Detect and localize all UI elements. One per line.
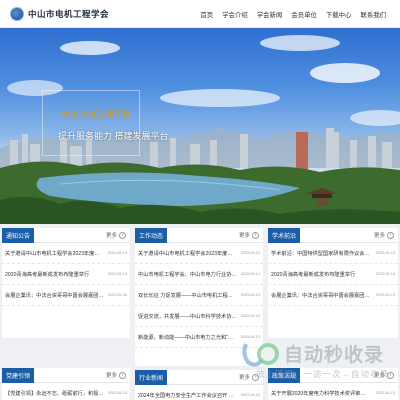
chevron-right-icon: › bbox=[387, 232, 394, 240]
notice-panel: 通知公告 更多 › 关于邀请中山市电机工程学会2023年度会費… 2023-08-1… bbox=[2, 228, 130, 338]
news-date: 2023-05-13 bbox=[375, 293, 395, 297]
logo-emblem-icon bbox=[10, 7, 24, 21]
news-title: 关于邀请中山市电机工程学会2023年度会费… bbox=[138, 250, 238, 257]
work-news-panel: 工作动态 更多 › 关于邀请中山市电机工程学会2023年度会费… 2023-08-1… bbox=[135, 228, 263, 366]
policy-more-link[interactable]: 更多 › bbox=[373, 371, 394, 380]
academic-panel-tag: 学术前沿 bbox=[268, 228, 301, 243]
list-item[interactable]: 新能源，新动能——中山市电力之光和“电学… 2023-06-13 bbox=[135, 327, 263, 348]
news-date: 2023-06-13 bbox=[375, 391, 395, 395]
news-date: 2023-05-05 bbox=[107, 293, 127, 297]
notice-panel-header: 通知公告 更多 › bbox=[2, 228, 130, 243]
hero-title-frame bbox=[42, 90, 140, 156]
academic-panel-header: 学术前沿 更多 › bbox=[268, 228, 398, 243]
list-item[interactable]: 双长长征 力促发展——中山市电机工程学会… 2023-06-13 bbox=[135, 285, 263, 306]
page: 中山市电机工程学会 首页 学会介绍 学会新闻 会员单位 下载中心 联系我们 中山… bbox=[0, 0, 400, 400]
chevron-right-icon: › bbox=[119, 372, 126, 380]
nav-news[interactable]: 学会新闻 bbox=[257, 10, 283, 19]
news-date: 2023-06-13 bbox=[240, 314, 260, 318]
work-news-panel-header: 工作动态 更多 › bbox=[135, 228, 263, 243]
news-title: 2024年全国电力安全生产工作会议召开 国… bbox=[138, 392, 238, 399]
list-item[interactable]: 2020青海高考最新成发布布隆重举行 2023-06-13 bbox=[2, 264, 130, 285]
industry-panel-header: 行业新闻 更多 › bbox=[135, 370, 263, 385]
party-panel-tag: 党建引领 bbox=[2, 368, 35, 383]
party-more-link[interactable]: 更多 › bbox=[105, 371, 126, 380]
news-date: 2023-08-15 bbox=[107, 251, 127, 255]
more-label: 更多 bbox=[373, 232, 385, 239]
policy-panel-tag: 政策法规 bbox=[268, 368, 301, 383]
hero-title: 中山市电机工程学会 bbox=[60, 110, 131, 119]
more-label: 更多 bbox=[238, 374, 250, 381]
notice-more-link[interactable]: 更多 › bbox=[105, 231, 126, 240]
more-label: 更多 bbox=[238, 232, 250, 239]
list-item[interactable]: 学术前沿：中国特供型国家研有限作议会… 2023-06-13 bbox=[268, 243, 398, 264]
industry-more-link[interactable]: 更多 › bbox=[238, 373, 259, 382]
nav-home[interactable]: 首页 bbox=[200, 10, 213, 19]
list-item[interactable]: 关于邀请中山市电机工程学会2023年度会费… 2023-08-15 bbox=[135, 243, 263, 264]
news-date: 2023-06-13 bbox=[240, 335, 260, 339]
news-title: 2020青海高考最新成发布布隆重举行 bbox=[5, 271, 90, 278]
academic-more-link[interactable]: 更多 › bbox=[373, 231, 394, 240]
hero-slogan: 提升服务能力 搭建发展平台 bbox=[58, 131, 169, 141]
list-item[interactable]: 关于邀请中山市电机工程学会2023年度会費… 2023-08-15 bbox=[2, 243, 130, 264]
news-title: 会展企業讯：中法合资哥哥中晋会展嘉团正… bbox=[5, 292, 105, 299]
chevron-right-icon: › bbox=[119, 232, 126, 240]
list-item[interactable]: 会展企業讯：中法合资哥哥中晋会展嘉团正… 2023-05-13 bbox=[268, 285, 398, 306]
chevron-right-icon: › bbox=[252, 374, 259, 382]
main-nav: 首页 学会介绍 学会新闻 会员单位 下载中心 联系我们 bbox=[200, 0, 386, 28]
policy-panel-header: 政策法规 更多 › bbox=[268, 368, 398, 383]
work-news-panel-tag: 工作动态 bbox=[135, 228, 168, 243]
list-item[interactable]: 【党建引领】永远不忘、砥砺前行，积极建设… 2023-06-13 bbox=[2, 383, 130, 400]
list-item[interactable]: 关于开展2020年度电力科学技术奖评审… 2023-06-13 bbox=[268, 383, 398, 400]
notice-panel-tag: 通知公告 bbox=[2, 228, 35, 243]
work-news-more-link[interactable]: 更多 › bbox=[238, 231, 259, 240]
logo-text: 中山市电机工程学会 bbox=[28, 9, 110, 19]
nav-members[interactable]: 会员单位 bbox=[291, 10, 317, 19]
nav-contact[interactable]: 联系我们 bbox=[360, 10, 386, 19]
more-label: 更多 bbox=[105, 372, 117, 379]
news-date: 2023-06-13 bbox=[240, 393, 260, 397]
news-title: 【党建引领】永远不忘、砥砺前行，积极建设… bbox=[5, 390, 105, 397]
party-panel-header: 党建引领 更多 › bbox=[2, 368, 130, 383]
more-label: 更多 bbox=[373, 372, 385, 379]
news-date: 2023-06-13 bbox=[375, 272, 395, 276]
chevron-right-icon: › bbox=[252, 232, 259, 240]
academic-panel: 学术前沿 更多 › 学术前沿：中国特供型国家研有限作议会… 2023-06-13 2… bbox=[268, 228, 398, 338]
nav-about[interactable]: 学会介绍 bbox=[222, 10, 248, 19]
policy-panel: 政策法规 更多 › 关于开展2020年度电力科学技术奖评审… 2023-06-13 bbox=[268, 368, 398, 400]
watermark-title: 自动秒收录 bbox=[284, 345, 385, 366]
list-item[interactable]: 会展企業讯：中法合资哥哥中晋会展嘉团正… 2023-05-05 bbox=[2, 285, 130, 306]
site-logo[interactable]: 中山市电机工程学会 bbox=[10, 6, 122, 22]
news-title: 促进交流，共发展——中山市科学技术协会一… bbox=[138, 313, 238, 320]
news-date: 2023-06-13 bbox=[107, 272, 127, 276]
news-title: 2020青海高考最新成发布布隆重举行 bbox=[271, 271, 356, 278]
news-title: 会展企業讯：中法合资哥哥中晋会展嘉团正… bbox=[271, 292, 373, 299]
list-item[interactable]: 2020青海高考最新成发布布隆重举行 2023-06-13 bbox=[268, 264, 398, 285]
news-title: 关于邀请中山市电机工程学会2023年度会費… bbox=[5, 250, 105, 257]
list-item[interactable]: 2024年全国电力安全生产工作会议召开 国… 2023-06-13 bbox=[135, 385, 263, 400]
industry-panel: 行业新闻 更多 › 2024年全国电力安全生产工作会议召开 国… 2023-06-1… bbox=[135, 370, 263, 400]
site-header: 中山市电机工程学会 首页 学会介绍 学会新闻 会员单位 下载中心 联系我们 bbox=[0, 0, 400, 28]
industry-panel-tag: 行业新闻 bbox=[135, 370, 168, 385]
more-label: 更多 bbox=[105, 232, 117, 239]
news-date: 2023-06-13 bbox=[375, 251, 395, 255]
list-item[interactable]: 促进交流，共发展——中山市科学技术协会一… 2023-06-13 bbox=[135, 306, 263, 327]
list-item[interactable]: 中山市电机工程学会、中山市电力行业协会… 2023-06-14 bbox=[135, 264, 263, 285]
news-date: 2023-06-13 bbox=[107, 391, 127, 395]
news-title: 关于开展2020年度电力科学技术奖评审… bbox=[271, 390, 366, 397]
nav-downloads[interactable]: 下载中心 bbox=[326, 10, 352, 19]
news-title: 学术前沿：中国特供型国家研有限作议会… bbox=[271, 250, 370, 257]
chevron-right-icon: › bbox=[387, 372, 394, 380]
news-date: 2023-08-15 bbox=[240, 251, 260, 255]
hero-banner[interactable]: 中山市电机工程学会 提升服务能力 搭建发展平台 bbox=[0, 28, 400, 224]
news-date: 2023-06-14 bbox=[240, 272, 260, 276]
news-title: 新能源，新动能——中山市电力之光和“电学… bbox=[138, 334, 238, 341]
news-title: 双长长征 力促发展——中山市电机工程学会… bbox=[138, 292, 238, 299]
news-title: 中山市电机工程学会、中山市电力行业协会… bbox=[138, 271, 238, 278]
news-date: 2023-06-13 bbox=[240, 293, 260, 297]
party-panel: 党建引领 更多 › 【党建引领】永远不忘、砥砺前行，积极建设… 2023-06-13 bbox=[2, 368, 130, 400]
